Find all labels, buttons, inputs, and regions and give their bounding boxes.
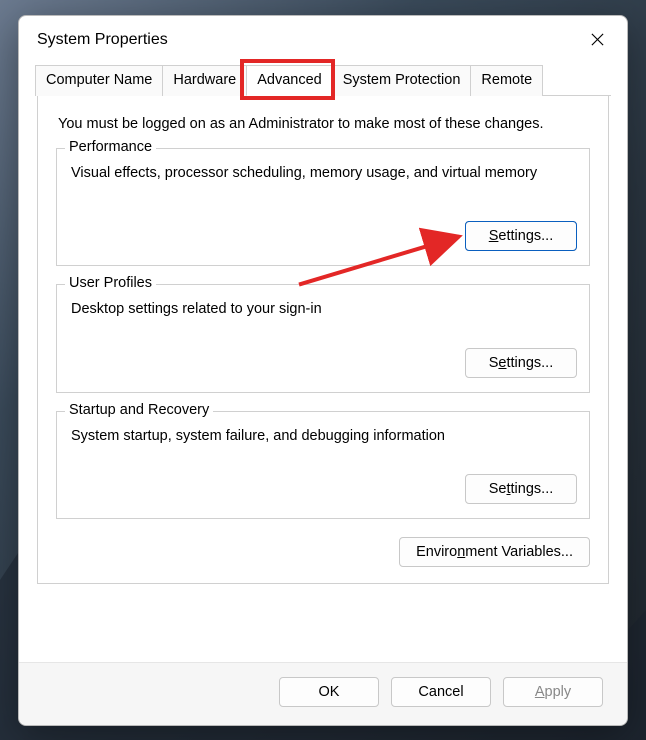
btn-accel: e	[498, 355, 506, 371]
btn-text: tings...	[511, 481, 554, 497]
close-icon	[590, 32, 605, 47]
btn-text: Enviro	[416, 544, 457, 560]
btn-text: ment Variables...	[465, 544, 573, 560]
tab-advanced[interactable]: Advanced	[246, 65, 333, 96]
dialog-footer: OK Cancel Apply	[19, 662, 627, 725]
group-title-user-profiles: User Profiles	[65, 275, 156, 291]
environment-variables-button[interactable]: Environment Variables...	[399, 537, 590, 567]
close-button[interactable]	[583, 26, 611, 54]
content-area: Computer Name Hardware Advanced System P…	[19, 64, 627, 662]
btn-accel: A	[535, 684, 545, 700]
btn-text: S	[489, 355, 499, 371]
btn-text: Se	[489, 481, 507, 497]
tab-hardware[interactable]: Hardware	[162, 65, 247, 96]
window-title: System Properties	[37, 31, 168, 49]
group-desc-user-profiles: Desktop settings related to your sign-in	[69, 295, 577, 320]
group-desc-startup: System startup, system failure, and debu…	[69, 422, 577, 447]
btn-accel: S	[489, 228, 499, 244]
ok-button[interactable]: OK	[279, 677, 379, 707]
btn-text: ettings...	[498, 228, 553, 244]
tab-remote[interactable]: Remote	[470, 65, 543, 96]
settings-button-performance[interactable]: Settings...	[465, 221, 577, 251]
btn-text: ttings...	[507, 355, 554, 371]
group-desc-performance: Visual effects, processor scheduling, me…	[69, 159, 577, 184]
panel-advanced: You must be logged on as an Administrato…	[37, 96, 609, 585]
settings-button-startup[interactable]: Settings...	[465, 474, 577, 504]
group-title-startup: Startup and Recovery	[65, 402, 213, 418]
tab-computer-name[interactable]: Computer Name	[35, 65, 163, 96]
group-startup-recovery: Startup and Recovery System startup, sys…	[56, 411, 590, 520]
group-title-performance: Performance	[65, 139, 156, 155]
titlebar: System Properties	[19, 16, 627, 64]
btn-text: pply	[545, 684, 572, 700]
group-user-profiles: User Profiles Desktop settings related t…	[56, 284, 590, 393]
settings-button-user-profiles[interactable]: Settings...	[465, 348, 577, 378]
tab-system-protection[interactable]: System Protection	[332, 65, 472, 96]
tab-strip: Computer Name Hardware Advanced System P…	[35, 64, 611, 96]
apply-button[interactable]: Apply	[503, 677, 603, 707]
system-properties-dialog: System Properties Computer Name Hardware…	[18, 15, 628, 726]
group-performance: Performance Visual effects, processor sc…	[56, 148, 590, 267]
cancel-button[interactable]: Cancel	[391, 677, 491, 707]
